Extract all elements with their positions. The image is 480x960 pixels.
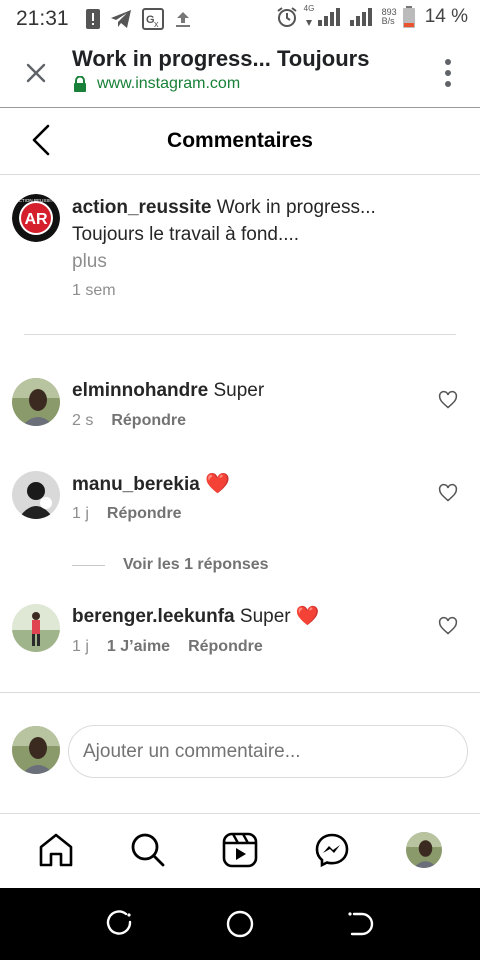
comment-time: 1 j [72,505,89,522]
comment-meta: 1 j 1 J’aime Répondre [72,638,263,656]
avatar[interactable] [12,604,60,652]
status-time: 21:31 [16,7,69,30]
divider [24,334,456,335]
comment-item: manu_berekia ❤️ 1 j Répondre [12,471,472,551]
browser-url: www.instagram.com [97,75,241,92]
profile-avatar[interactable] [406,832,442,868]
caption-text: action_reussite Work in progress... Touj… [72,194,452,275]
add-comment-bar [0,692,480,814]
comment-username[interactable]: berenger.leekunfa [72,606,235,627]
comment-time: 2 s [72,412,94,429]
status-system-icons: 4G 893 B/s 14 % [276,4,468,28]
page-title: Commentaires [167,129,313,152]
translate-icon: Gx [142,8,164,30]
home-icon[interactable] [38,832,74,868]
replies-line [72,564,105,566]
comment-text: manu_berekia ❤️ [72,471,230,498]
reply-button[interactable]: Répondre [188,638,263,656]
recents-icon[interactable] [105,909,135,939]
user-photo-avatar [12,471,60,519]
android-navigation-bar [0,888,480,960]
browser-page-title: Work in progress... Toujours [72,46,370,71]
avatar[interactable]: AR ACTION REUSSITE [12,194,60,242]
comment-time: 1 j [72,638,89,655]
reply-button[interactable]: Répondre [111,412,186,430]
svg-text:x: x [154,19,159,29]
heart-icon[interactable] [438,616,458,636]
signal-icon [305,8,340,26]
caption-timestamp: 1 sem [72,282,116,299]
more-link[interactable]: plus [72,251,107,272]
status-bar: 21:31 Gx 4G 893 B/s 14 % [0,0,480,38]
comment-item: elminnohandre Super 2 s Répondre [12,378,472,458]
logo-ring-text: ACTION REUSSITE [16,198,57,203]
user-photo-avatar [12,378,60,426]
lock-icon [74,76,86,92]
comment-item: berenger.leekunfa Super ❤️ 1 j 1 J’aime … [12,604,472,684]
comment-input[interactable] [68,725,468,778]
comment-username[interactable]: manu_berekia [72,474,200,495]
avatar [12,726,60,774]
signal-4g: 4G [304,4,342,28]
comment-username[interactable]: elminnohandre [72,380,208,401]
status-notification-icons: Gx [86,8,192,30]
upload-icon [176,12,190,27]
comment-meta: 1 j Répondre [72,505,182,523]
action-reussite-logo: AR ACTION REUSSITE [12,194,60,242]
bottom-navigation [0,814,480,888]
network-speed-unit: B/s [381,16,395,26]
close-icon[interactable] [22,59,50,87]
network-speed: 893 B/s [382,8,397,26]
battery-icon [402,6,415,28]
search-icon[interactable] [130,832,166,868]
avatar[interactable] [12,378,60,426]
alarm-icon [277,7,297,27]
messenger-icon[interactable] [314,832,350,868]
profile-photo [406,832,442,868]
logo-letters: AR [24,211,48,228]
reels-icon[interactable] [222,832,258,868]
heart-emoji: ❤️ [205,473,230,495]
heart-icon[interactable] [438,483,458,503]
comments-header: Commentaires [0,108,480,175]
current-user-avatar [12,726,60,774]
user-photo-avatar [12,604,60,652]
browser-toolbar: Work in progress... Toujours www.instagr… [0,38,480,108]
back-icon[interactable] [345,909,375,939]
battery-percent: 14 % [424,6,468,27]
alert-icon [86,9,100,29]
comment-text: berenger.leekunfa Super ❤️ [72,604,320,630]
avatar[interactable] [12,471,60,519]
comment-text: elminnohandre Super [72,378,264,404]
home-circle-icon[interactable] [225,909,255,939]
likes-count[interactable]: 1 J’aime [107,638,170,656]
comment-meta: 2 s Répondre [72,412,186,430]
browser-url-bar[interactable]: www.instagram.com [73,75,240,93]
view-replies-label: Voir les 1 réponses [123,556,269,573]
signal-icon-2 [349,8,372,26]
reply-button[interactable]: Répondre [107,505,182,523]
view-replies-button[interactable]: Voir les 1 réponses [72,556,269,574]
telegram-icon [111,10,131,28]
comment-body: Super ❤️ [239,606,320,627]
caption-username[interactable]: action_reussite [72,197,211,218]
heart-icon[interactable] [438,390,458,410]
comment-body: Super [213,380,265,401]
more-vert-icon[interactable] [444,58,452,88]
